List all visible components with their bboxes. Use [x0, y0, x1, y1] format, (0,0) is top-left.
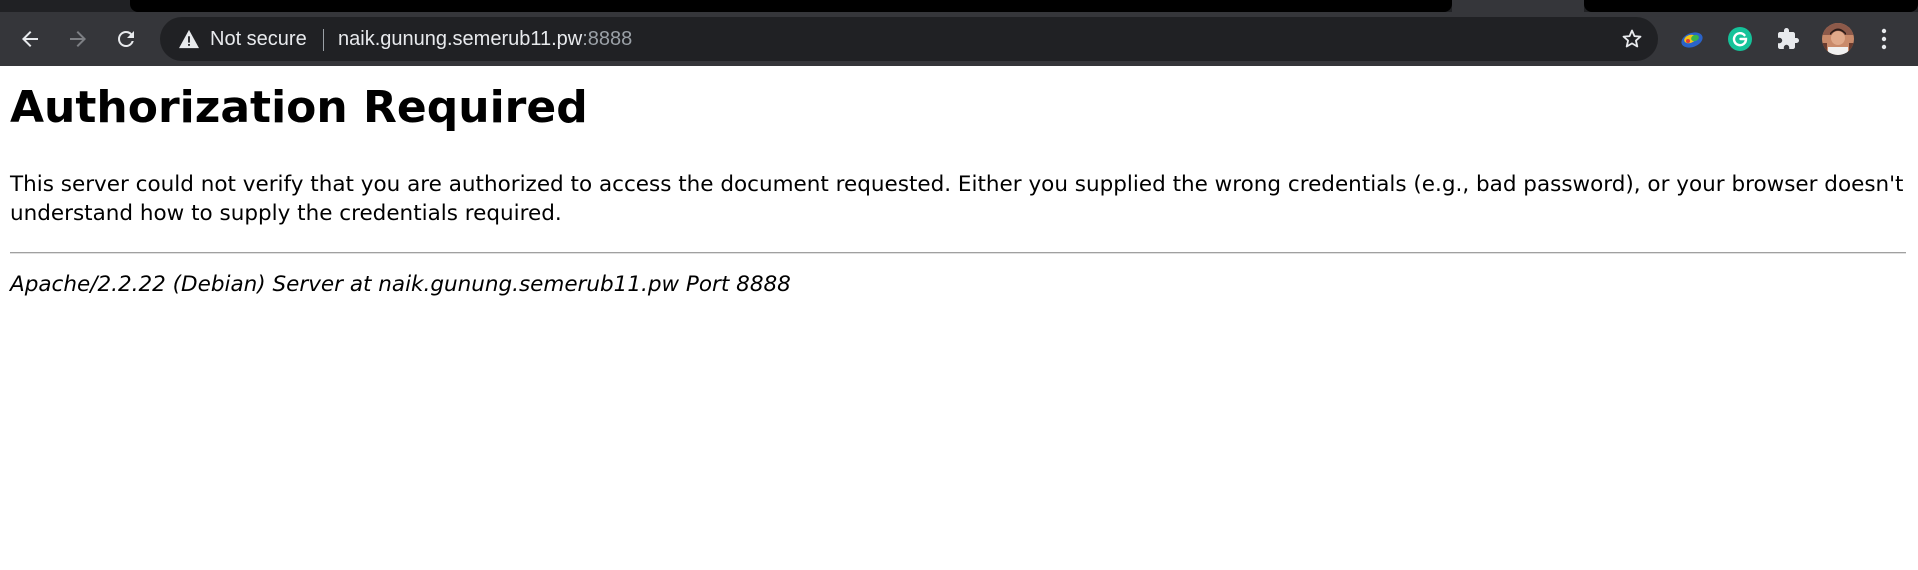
divider — [10, 252, 1906, 254]
reload-icon — [118, 31, 134, 47]
puzzle-piece-icon — [1778, 28, 1799, 49]
omnibox-separator — [323, 29, 324, 51]
profile-avatar — [1822, 23, 1854, 55]
address-bar[interactable]: Not secure naik.gunung.semerub11.pw:8888 — [160, 17, 1658, 61]
browser-toolbar: Not secure naik.gunung.semerub11.pw:8888 — [0, 12, 1918, 66]
page-title: Authorization Required — [10, 82, 588, 133]
browser-menu-button[interactable] — [1870, 25, 1898, 53]
kebab-menu-icon — [1881, 28, 1887, 50]
extensions-button[interactable] — [1774, 25, 1802, 53]
url-text[interactable]: naik.gunung.semerub11.pw:8888 — [338, 17, 632, 61]
tab-inactive[interactable] — [130, 0, 1452, 12]
error-message: This server could not verify that you ar… — [10, 172, 1904, 226]
server-signature: Apache/2.2.22 (Debian) Server at naik.gu… — [10, 272, 791, 297]
grammarly-icon — [1728, 27, 1752, 51]
page-content: Authorization Required This server could… — [0, 66, 1918, 570]
arrow-right-icon — [70, 31, 86, 47]
star-outline-icon[interactable] — [1620, 27, 1644, 51]
tab-strip — [0, 0, 1918, 12]
url-host: naik.gunung.semerub11.pw — [338, 28, 583, 50]
forward-button[interactable] — [60, 21, 96, 57]
color-extension-icon — [1681, 32, 1703, 48]
tab-inactive[interactable] — [1584, 0, 1918, 12]
tab-active[interactable] — [1452, 0, 1584, 12]
arrow-left-icon — [22, 31, 38, 47]
reload-button[interactable] — [108, 21, 144, 57]
url-port: :8888 — [582, 28, 633, 50]
security-status-label[interactable]: Not secure — [210, 17, 307, 61]
profile-button[interactable] — [1822, 23, 1854, 55]
warning-triangle-icon[interactable] — [178, 29, 200, 49]
color-extension-button[interactable] — [1678, 25, 1706, 53]
grammarly-extension-button[interactable] — [1726, 25, 1754, 53]
back-button[interactable] — [12, 21, 48, 57]
